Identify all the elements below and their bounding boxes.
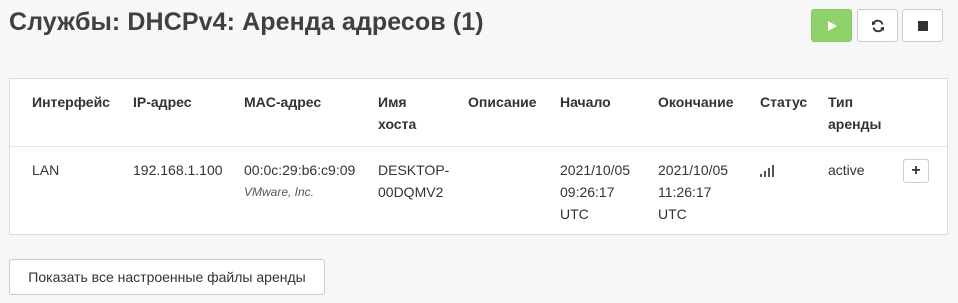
start-timezone: UTC — [560, 206, 589, 222]
header-status[interactable]: Статус — [760, 91, 807, 113]
restart-service-button[interactable] — [857, 9, 898, 42]
end-time: 11:26:17 — [658, 184, 712, 200]
cell-lease-type: active — [828, 162, 865, 178]
header-end[interactable]: Окончание — [658, 91, 733, 113]
end-date: 2021/10/05 — [658, 162, 729, 178]
cell-mac-address: 00:0c:29:b6:c9:09 VMware, Inc. — [244, 159, 355, 203]
show-all-leases-label: Показать все настроенные файлы аренды — [28, 269, 306, 285]
header-hostname[interactable]: Имя хоста — [378, 91, 416, 135]
stop-icon — [917, 20, 928, 31]
header-mac-address[interactable]: MAC-адрес — [244, 91, 321, 113]
header-lease-type[interactable]: Тип аренды — [828, 91, 881, 135]
add-static-mapping-button[interactable]: + — [903, 159, 929, 183]
stop-service-button[interactable] — [902, 9, 943, 42]
start-time: 09:26:17 — [560, 184, 615, 200]
signal-bars-icon — [760, 163, 778, 177]
header-hostname-line2: хоста — [378, 116, 417, 132]
refresh-icon — [871, 19, 884, 32]
mac-value: 00:0c:29:b6:c9:09 — [244, 162, 356, 178]
header-divider — [10, 146, 947, 147]
end-timezone: UTC — [658, 206, 687, 222]
cell-end: 2021/10/05 11:26:17 UTC — [658, 159, 728, 225]
cell-hostname: DESKTOP- 00DQMV2 — [378, 159, 449, 203]
cell-start: 2021/10/05 09:26:17 UTC — [560, 159, 630, 225]
cell-ip-address: 192.168.1.100 — [133, 162, 223, 178]
page-title: Службы: DHCPv4: Аренда адресов (1) — [9, 8, 484, 36]
leases-table: Интерфейс IP-адрес MAC-адрес Имя хоста О… — [9, 78, 948, 235]
header-start[interactable]: Начало — [560, 91, 611, 113]
header-description[interactable]: Описание — [468, 91, 537, 113]
cell-interface: LAN — [32, 162, 60, 178]
hostname-line1: DESKTOP- — [378, 162, 450, 178]
header-lease-type-line2: аренды — [828, 116, 882, 132]
header-ip-address[interactable]: IP-адрес — [133, 91, 192, 113]
start-service-button[interactable] — [811, 9, 852, 42]
start-date: 2021/10/05 — [560, 162, 631, 178]
mac-vendor: VMware, Inc. — [244, 185, 315, 199]
show-all-leases-button[interactable]: Показать все настроенные файлы аренды — [9, 259, 325, 295]
play-icon — [827, 20, 837, 31]
header-interface[interactable]: Интерфейс — [32, 91, 110, 113]
header-hostname-line1: Имя — [378, 94, 407, 110]
header-lease-type-line1: Тип — [828, 94, 854, 110]
hostname-line2: 00DQMV2 — [378, 184, 444, 200]
plus-icon: + — [911, 162, 921, 179]
